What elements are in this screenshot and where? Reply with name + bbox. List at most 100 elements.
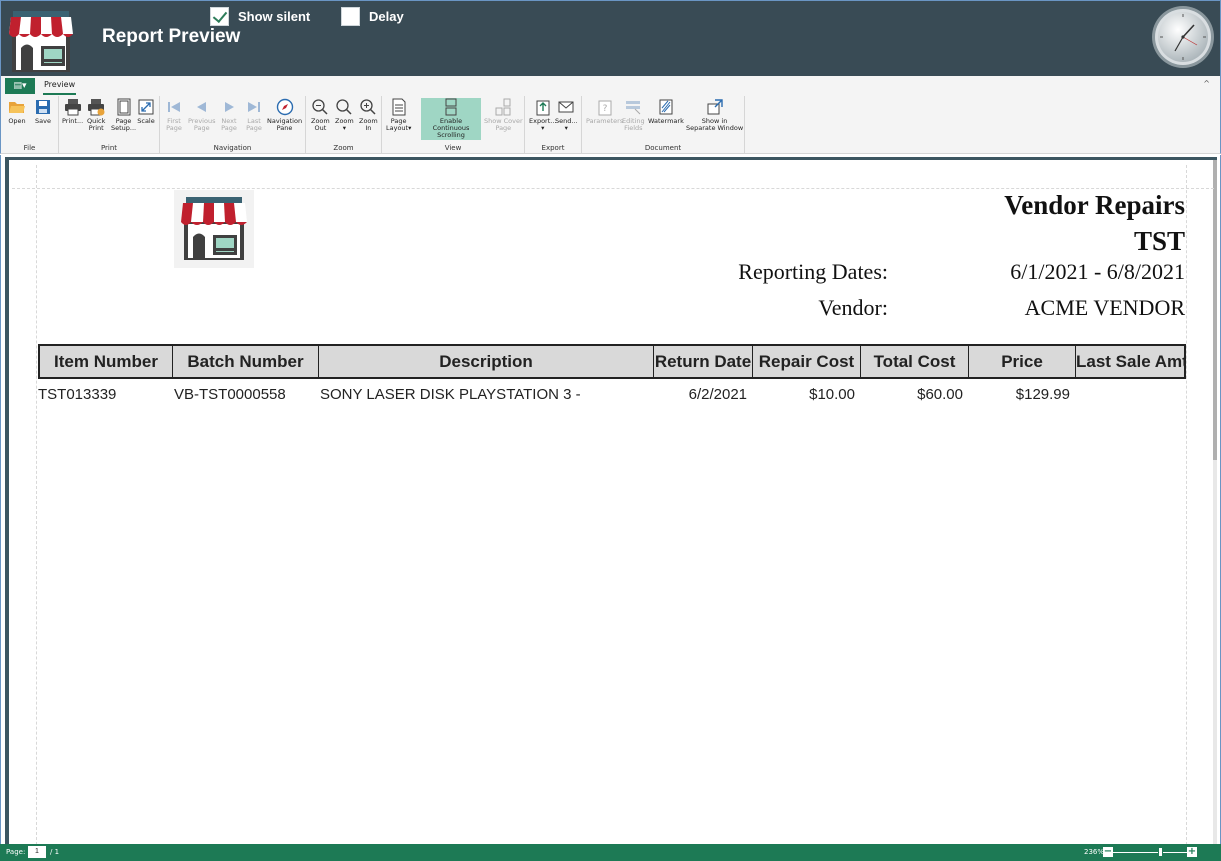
new-window-icon <box>707 99 723 115</box>
navigation-pane-button[interactable]: Navigation Pane <box>267 98 302 132</box>
cell-item-number: TST013339 <box>38 386 117 403</box>
show-cover-page-label: Show Cover Page <box>484 117 523 132</box>
group-label-print: Print <box>100 144 118 152</box>
vendor-label: Vendor: <box>818 295 888 320</box>
previous-page-icon <box>196 102 206 112</box>
checkbox-unchecked-icon[interactable] <box>341 6 360 26</box>
send-label: Send... ▾ <box>555 117 578 132</box>
ribbon-tab-strip: ▤▾ Preview ^ <box>0 76 1221 96</box>
group-label-file: File <box>23 144 36 152</box>
ribbon-group-view: Page Layout▾ Enable Continuous Scrolling… <box>382 96 525 154</box>
table-row: TST013339 VB-TST0000558 SONY LASER DISK … <box>38 386 1186 410</box>
cell-description: SONY LASER DISK PLAYSTATION 3 - <box>320 386 581 403</box>
zoom-icon <box>336 99 352 115</box>
parameters-button[interactable]: ? Parameters <box>586 98 623 125</box>
export-label: Export... ▾ <box>529 117 557 132</box>
cell-price: $129.99 <box>1015 386 1070 403</box>
column-header-item-number: Item Number <box>40 346 173 377</box>
clock-icon <box>1152 6 1214 68</box>
ribbon-group-zoom: Zoom Out Zoom ▾ Zoom In Zoom <box>306 96 382 154</box>
first-page-button[interactable]: First Page <box>165 98 183 132</box>
group-label-document: Document <box>644 144 682 152</box>
ribbon-group-document: ? Parameters Editing Fields Watermark Sh… <box>582 96 745 154</box>
save-icon <box>36 100 50 114</box>
cell-batch-number: VB-TST0000558 <box>174 386 286 403</box>
page-layout-icon <box>392 98 406 116</box>
export-icon <box>536 100 550 116</box>
zoom-out-icon <box>312 99 328 115</box>
separate-window-button[interactable]: Show in Separate Window <box>686 98 743 132</box>
quick-print-button[interactable]: Quick Print <box>87 98 105 132</box>
status-bar: Page: / 1 236% − + <box>0 844 1221 861</box>
group-label-export: Export <box>541 144 565 152</box>
scrollbar-thumb[interactable] <box>1213 160 1217 460</box>
next-page-button[interactable]: Next Page <box>220 98 238 132</box>
column-header-price: Price <box>969 346 1076 377</box>
ribbon-collapse-icon[interactable]: ^ <box>1203 79 1210 88</box>
zoom-label: Zoom ▾ <box>335 117 354 132</box>
show-silent-checkbox[interactable]: Show silent <box>210 6 310 26</box>
printer-icon <box>64 99 81 116</box>
app-menu-button[interactable]: ▤▾ <box>5 78 35 94</box>
scale-button[interactable]: Scale <box>137 98 155 125</box>
group-label-navigation: Navigation <box>213 144 252 152</box>
parameters-label: Parameters <box>586 117 624 125</box>
column-header-description: Description <box>319 346 654 377</box>
report-store: TST <box>1133 226 1185 256</box>
page-number-input[interactable] <box>28 846 46 858</box>
export-button[interactable]: Export... ▾ <box>529 98 556 132</box>
send-button[interactable]: Send... ▾ <box>555 98 578 132</box>
show-cover-page-button[interactable]: Show Cover Page <box>484 98 523 132</box>
checkbox-checked-icon[interactable] <box>210 6 229 26</box>
delay-checkbox[interactable]: Delay <box>341 6 404 26</box>
cover-page-icon <box>495 98 511 116</box>
continuous-scrolling-button[interactable]: Enable Continuous Scrolling <box>421 98 481 140</box>
tab-preview[interactable]: Preview <box>43 78 77 95</box>
parameters-icon: ? <box>598 100 612 116</box>
page-title: Report Preview <box>102 26 241 47</box>
save-button[interactable]: Save <box>34 98 52 125</box>
zoom-slider-thumb[interactable] <box>1158 847 1163 857</box>
open-button[interactable]: Open <box>8 98 26 125</box>
continuous-scrolling-icon <box>445 98 457 116</box>
first-page-label: First Page <box>166 117 182 132</box>
margin-guide-right <box>1186 165 1187 845</box>
column-header-last-sale-amt: Last Sale Amt <box>1076 352 1184 371</box>
ribbon-group-export: Export... ▾ Send... ▾ Export <box>525 96 582 154</box>
zoom-out-label: Zoom Out <box>311 117 330 132</box>
folder-open-icon <box>9 102 25 113</box>
zoom-plus-button[interactable]: + <box>1187 847 1197 857</box>
group-label-view: View <box>444 144 462 152</box>
quick-print-icon <box>88 99 105 116</box>
editing-fields-label: Editing Fields <box>622 117 645 132</box>
zoom-in-label: Zoom In <box>359 117 378 132</box>
last-page-button[interactable]: Last Page <box>245 98 263 132</box>
continuous-scrolling-label: Enable Continuous Scrolling <box>432 117 470 139</box>
previous-page-button[interactable]: Previous Page <box>188 98 215 132</box>
svg-text:?: ? <box>602 104 607 114</box>
ribbon-group-print: Print... Quick Print Page Setup... Scale… <box>59 96 160 154</box>
editing-fields-button[interactable]: Editing Fields <box>622 98 645 132</box>
storefront-logo-icon <box>9 11 73 72</box>
reporting-dates-value: 6/1/2021 - 6/8/2021 <box>1010 259 1185 284</box>
column-header-total-cost: Total Cost <box>861 346 969 377</box>
vendor-value: ACME VENDOR <box>1024 295 1185 320</box>
zoom-in-icon <box>360 99 376 115</box>
zoom-in-button[interactable]: Zoom In <box>359 98 378 132</box>
zoom-minus-button[interactable]: − <box>1103 847 1113 857</box>
print-button[interactable]: Print... <box>62 98 83 125</box>
navigation-pane-label: Navigation Pane <box>267 117 303 132</box>
ribbon-group-navigation: First Page Previous Page Next Page Last … <box>160 96 306 154</box>
watermark-button[interactable]: Watermark <box>648 98 684 125</box>
page-layout-button[interactable]: Page Layout▾ <box>386 98 411 132</box>
page-setup-label: Page Setup... <box>111 117 137 132</box>
envelope-icon <box>558 101 574 113</box>
zoom-out-button[interactable]: Zoom Out <box>311 98 330 132</box>
reporting-dates-label: Reporting Dates: <box>738 259 888 284</box>
page-setup-button[interactable]: Page Setup... <box>111 98 136 132</box>
page-label: Page: <box>6 848 26 856</box>
zoom-slider[interactable] <box>1113 852 1187 853</box>
show-silent-label: Show silent <box>238 8 311 24</box>
zoom-button[interactable]: Zoom ▾ <box>335 98 354 132</box>
delay-label: Delay <box>369 8 404 24</box>
